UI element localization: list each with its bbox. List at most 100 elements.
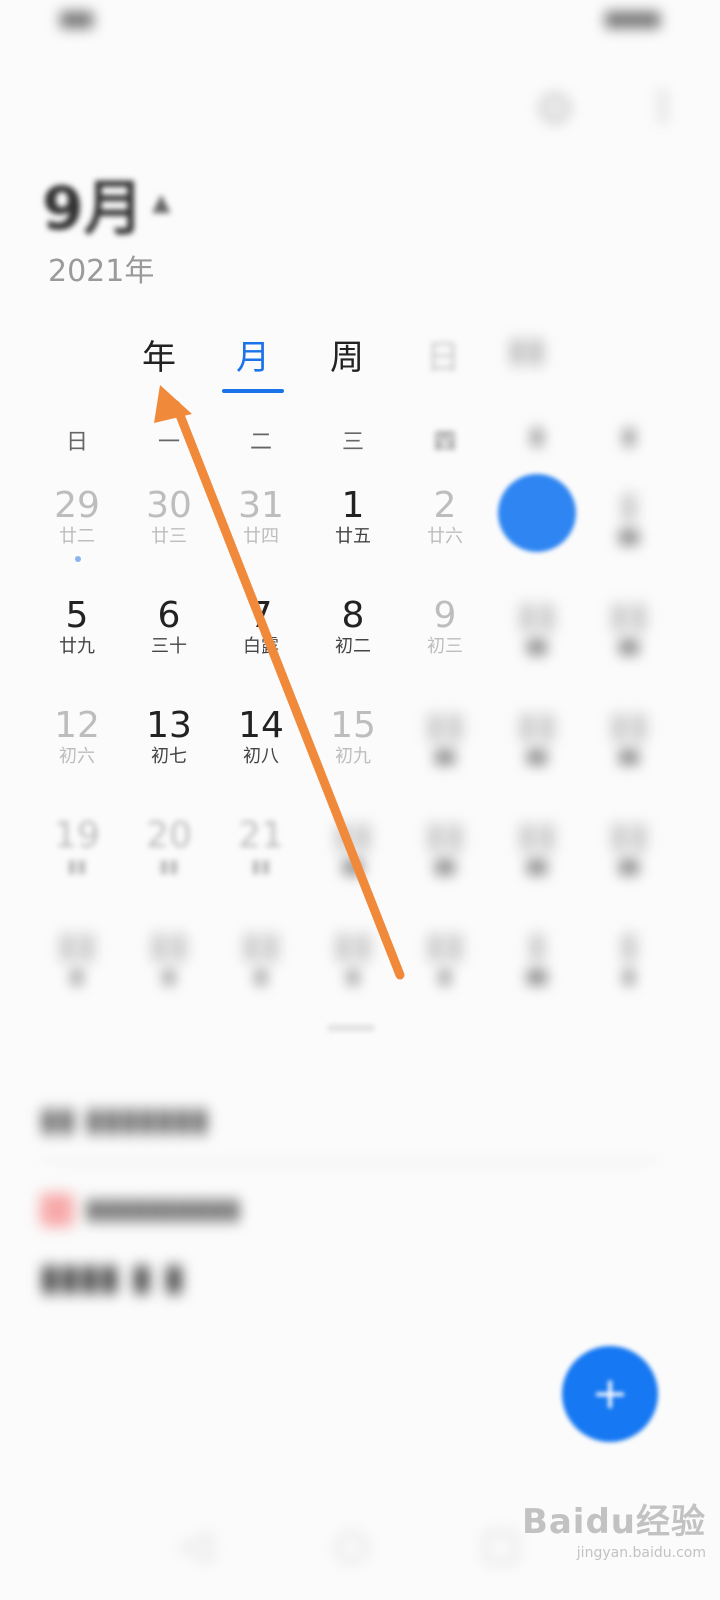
event-badge: [40, 1193, 74, 1227]
caret-up-icon[interactable]: ▲: [152, 188, 170, 216]
date-cell[interactable]: 21 ▮▮: [216, 816, 306, 878]
date-number: 15: [330, 705, 376, 746]
date-number: 2: [433, 485, 457, 526]
lunar-label: 初六: [59, 746, 95, 767]
date-cell[interactable]: ▮▮ ▮▮: [584, 816, 674, 878]
date-cell[interactable]: ▮▮ ▮▮: [492, 816, 582, 878]
back-icon[interactable]: ◁: [180, 1522, 211, 1568]
date-cell[interactable]: ▮▮▮: [492, 926, 582, 988]
lunar-label: 白露: [243, 636, 279, 657]
date-number: 6: [157, 595, 181, 636]
status-bar: ▮▮▮ ▮▮▮▮▮: [60, 6, 660, 46]
date-cell[interactable]: 14 初八: [216, 706, 306, 768]
lunar-label: 初二: [335, 636, 371, 657]
weekday-mon: 一: [157, 430, 180, 455]
weekday-header: 日 一 二 三 四 ▮ ▮: [0, 424, 720, 455]
date-cell[interactable]: 6 三十: [124, 596, 214, 658]
watermark-url: jingyan.baidu.com: [576, 1545, 706, 1561]
agenda-header: ▮▮ ▮▮▮▮▮▮▮: [40, 1100, 209, 1138]
date-cell[interactable]: 20 ▮▮: [124, 816, 214, 878]
date-cell[interactable]: ▮▮▮: [216, 926, 306, 988]
top-actions: ○ ⋮: [540, 86, 680, 146]
date-cell[interactable]: 29 廿二: [32, 485, 122, 562]
date-cell[interactable]: ▮▮ ▮▮: [308, 816, 398, 878]
more-icon[interactable]: ⋮: [646, 86, 680, 126]
date-number: 30: [146, 485, 192, 526]
divider: [40, 1160, 660, 1162]
date-cell[interactable]: ▮▮▮: [584, 486, 674, 548]
lunar-label: 三十: [151, 636, 187, 657]
view-tabs: 年 月 周 日 ▮▮: [0, 330, 720, 400]
month-header[interactable]: 9月 ▲: [42, 160, 170, 244]
date-number: 14: [238, 705, 284, 746]
date-number: 5: [65, 595, 89, 636]
date-cell[interactable]: 30 廿三: [124, 486, 214, 548]
date-cell[interactable]: ▮▮ ▮▮: [492, 706, 582, 768]
date-cell[interactable]: 19 ▮▮: [32, 816, 122, 878]
watermark: Baidu经验 jingyan.baidu.com: [522, 1494, 706, 1561]
lunar-label: 廿四: [243, 526, 279, 547]
date-cell[interactable]: 31 廿四: [216, 486, 306, 548]
tab-year[interactable]: 年: [142, 330, 176, 379]
date-cell[interactable]: 9 初三: [400, 596, 490, 658]
date-number: 31: [238, 485, 284, 526]
date-cell[interactable]: ▮▮ ▮▮: [400, 816, 490, 878]
date-number: 9: [433, 595, 457, 636]
lunar-label: 初三: [427, 636, 463, 657]
year-subtitle: 2021年: [48, 254, 155, 289]
home-icon[interactable]: ○: [334, 1522, 369, 1568]
weekday-wed: 三: [341, 430, 364, 455]
date-number: 7: [249, 595, 273, 636]
date-cell[interactable]: 8 初二: [308, 596, 398, 658]
status-left: ▮▮▮: [60, 6, 94, 30]
plus-icon: +: [591, 1368, 629, 1419]
weekday-sat: ▮: [622, 424, 636, 449]
tab-active-indicator: [222, 389, 284, 393]
date-cell[interactable]: 15 初九: [308, 706, 398, 768]
date-cell[interactable]: ▮▮ ▮▮: [400, 706, 490, 768]
recents-icon[interactable]: □: [482, 1522, 520, 1568]
date-cell[interactable]: ▮▮▮: [308, 926, 398, 988]
agenda-section: ▮▮ ▮▮▮▮▮▮▮ ▮▮▮▮▮▮▮▮▮▮ ▮▮▮▮ ▮ ▮: [40, 1100, 660, 1298]
search-icon[interactable]: ○: [540, 86, 570, 126]
date-cell[interactable]: 13 初七: [124, 706, 214, 768]
date-cell[interactable]: 5 廿九: [32, 596, 122, 658]
date-cell[interactable]: ▮▮ ▮▮: [584, 706, 674, 768]
drag-handle[interactable]: [327, 1024, 375, 1032]
tab-more[interactable]: ▮▮: [508, 330, 545, 370]
tab-week[interactable]: 周: [330, 330, 364, 379]
agenda-item[interactable]: ▮▮▮▮▮▮▮▮▮▮: [40, 1192, 660, 1227]
month-grid: 29 廿二 30 廿三 31 廿四 1 廿五 2 廿六 ▮ ▮▮ 5 廿九 6 三…: [0, 470, 720, 1030]
agenda-item-detail[interactable]: ▮▮▮▮ ▮ ▮: [40, 1257, 660, 1298]
lunar-label: 廿九: [59, 636, 95, 657]
weekday-sun: 日: [65, 430, 88, 455]
lunar-label: 廿三: [151, 526, 187, 547]
lunar-label: 廿六: [427, 526, 463, 547]
tab-day[interactable]: 日: [426, 330, 460, 379]
date-number: 8: [341, 595, 365, 636]
date-cell[interactable]: 2 廿六: [400, 486, 490, 548]
lunar-label: 初九: [335, 746, 371, 767]
status-right: ▮▮▮▮▮: [604, 6, 660, 30]
lunar-label: 廿二: [59, 526, 95, 547]
weekday-thu: 四: [433, 430, 456, 455]
date-cell[interactable]: ▮▮▮: [32, 926, 122, 988]
add-event-button[interactable]: +: [562, 1346, 658, 1442]
date-number: 29: [54, 485, 100, 526]
date-cell[interactable]: 1 廿五: [308, 486, 398, 548]
date-cell[interactable]: ▮ ▮: [584, 926, 674, 988]
tab-month[interactable]: 月: [236, 330, 270, 379]
weekday-fri: ▮: [530, 424, 544, 449]
date-cell[interactable]: ▮▮ ▮▮: [492, 596, 582, 658]
date-cell[interactable]: ▮▮ ▮▮: [584, 596, 674, 658]
weekday-tue: 二: [249, 430, 272, 455]
date-cell[interactable]: ▮▮▮: [124, 926, 214, 988]
event-dot: [75, 556, 81, 562]
lunar-label: 初八: [243, 746, 279, 767]
date-cell[interactable]: 12 初六: [32, 706, 122, 768]
date-number: 20: [146, 815, 192, 856]
date-cell[interactable]: ▮▮▮: [400, 926, 490, 988]
lunar-label: 初七: [151, 746, 187, 767]
date-number: 21: [238, 815, 284, 856]
date-cell[interactable]: 7 白露: [216, 596, 306, 658]
